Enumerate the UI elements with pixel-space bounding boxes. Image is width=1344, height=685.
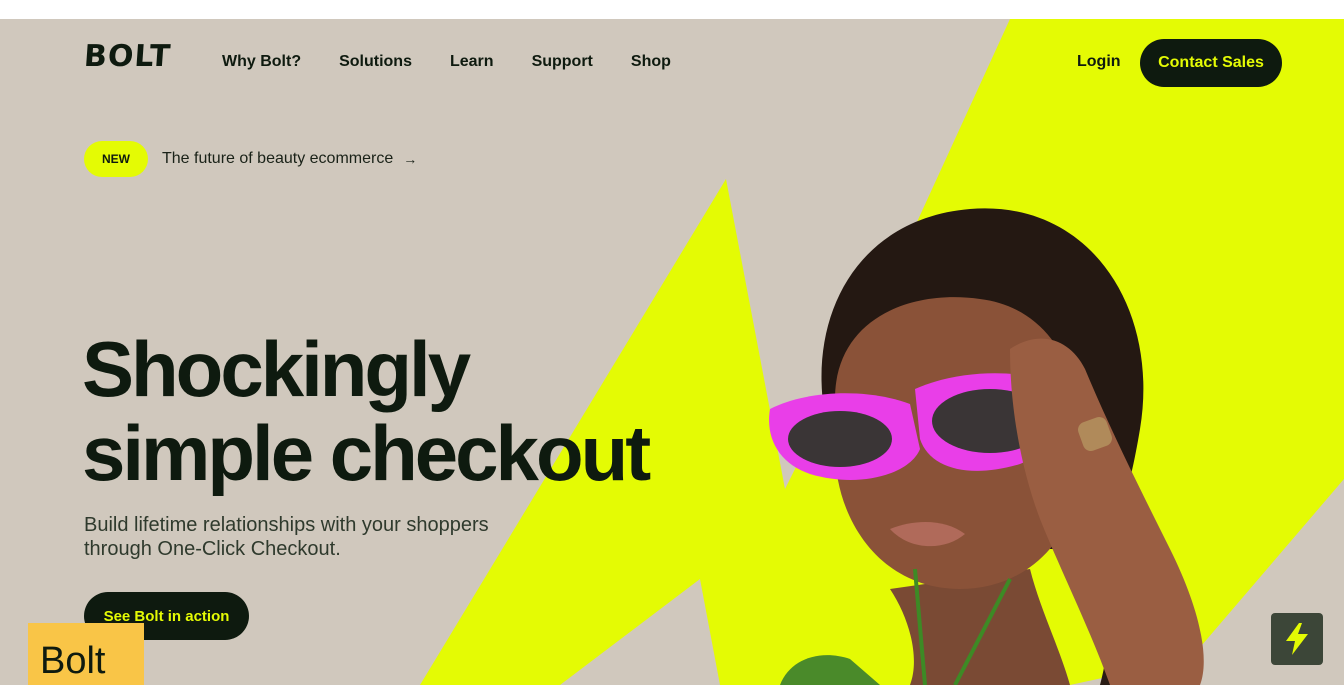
subtitle-line-1: Build lifetime relationships with your s… [84,514,489,536]
lightning-fab-button[interactable] [1271,613,1323,665]
login-link[interactable]: Login [1077,53,1121,71]
contact-sales-button[interactable]: Contact Sales [1140,39,1282,87]
subtitle-line-2: through One-Click Checkout. [84,538,341,560]
nav-shop[interactable]: Shop [631,53,671,71]
hero-headline: Shockingly simple checkout [82,325,651,497]
announcement-link[interactable]: NEW The future of beauty ecommerce → [84,141,417,177]
headline-line-1: Shockingly [82,325,471,413]
headline-line-2: simple checkout [82,409,651,497]
new-badge: NEW [84,141,148,177]
nav-solutions[interactable]: Solutions [339,53,412,71]
announcement-text: The future of beauty ecommerce [162,150,394,167]
lightning-icon [1286,623,1308,655]
hero-subtitle: Build lifetime relationships with your s… [84,513,504,561]
nav-why-bolt[interactable]: Why Bolt? [222,53,301,71]
hero-section: BOLT Why Bolt? Solutions Learn Support S… [0,19,1344,685]
main-nav: Why Bolt? Solutions Learn Support Shop [222,53,671,71]
hero-portrait-image [769,208,1204,685]
nav-support[interactable]: Support [532,53,593,71]
bolt-logo[interactable]: BOLT [83,39,172,74]
nav-learn[interactable]: Learn [450,53,494,71]
arrow-right-icon: → [403,151,418,167]
bolt-corner-tag: Bolt [28,623,144,685]
